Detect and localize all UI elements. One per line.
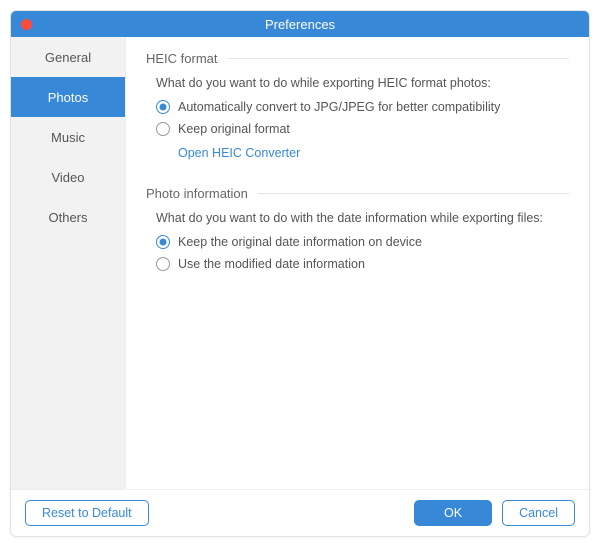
section-title-text: Photo information (146, 186, 248, 201)
radio-icon (156, 100, 170, 114)
radio-label: Keep original format (178, 122, 290, 136)
cancel-button[interactable]: Cancel (502, 500, 575, 526)
heic-desc: What do you want to do while exporting H… (156, 76, 569, 90)
photoinfo-radio-modified[interactable]: Use the modified date information (156, 257, 569, 271)
button-label: Cancel (519, 506, 558, 520)
titlebar: Preferences (11, 11, 589, 37)
ok-button[interactable]: OK (414, 500, 492, 526)
heic-radio-convert[interactable]: Automatically convert to JPG/JPEG for be… (156, 100, 569, 114)
sidebar-item-others[interactable]: Others (11, 197, 125, 237)
button-label: OK (444, 506, 462, 520)
radio-icon (156, 122, 170, 136)
radio-label: Use the modified date information (178, 257, 365, 271)
heic-section-title: HEIC format (146, 51, 569, 66)
button-label: Reset to Default (42, 506, 132, 520)
reset-button[interactable]: Reset to Default (25, 500, 149, 526)
photoinfo-section-title: Photo information (146, 186, 569, 201)
window-title: Preferences (11, 17, 589, 32)
footer: Reset to Default OK Cancel (11, 489, 589, 536)
heic-section-body: What do you want to do while exporting H… (146, 76, 569, 160)
sidebar-item-general[interactable]: General (11, 37, 125, 77)
sidebar-item-video[interactable]: Video (11, 157, 125, 197)
radio-icon (156, 235, 170, 249)
divider (228, 58, 569, 59)
close-icon[interactable] (21, 19, 32, 30)
photoinfo-section-body: What do you want to do with the date inf… (146, 211, 569, 271)
open-heic-converter-link[interactable]: Open HEIC Converter (178, 146, 300, 160)
sidebar-item-photos[interactable]: Photos (11, 77, 125, 117)
content-pane: HEIC format What do you want to do while… (126, 37, 589, 489)
sidebar-item-label: Photos (48, 90, 88, 105)
sidebar-item-music[interactable]: Music (11, 117, 125, 157)
sidebar: General Photos Music Video Others (11, 37, 126, 489)
radio-icon (156, 257, 170, 271)
photoinfo-radio-original[interactable]: Keep the original date information on de… (156, 235, 569, 249)
heic-radio-keep[interactable]: Keep original format (156, 122, 569, 136)
radio-label: Automatically convert to JPG/JPEG for be… (178, 100, 500, 114)
sidebar-item-label: General (45, 50, 91, 65)
window-body: General Photos Music Video Others HEIC f… (11, 37, 589, 489)
section-title-text: HEIC format (146, 51, 218, 66)
divider (258, 193, 569, 194)
sidebar-item-label: Video (51, 170, 84, 185)
radio-label: Keep the original date information on de… (178, 235, 422, 249)
sidebar-item-label: Music (51, 130, 85, 145)
preferences-window: Preferences General Photos Music Video O… (10, 10, 590, 537)
sidebar-item-label: Others (48, 210, 87, 225)
photoinfo-desc: What do you want to do with the date inf… (156, 211, 569, 225)
